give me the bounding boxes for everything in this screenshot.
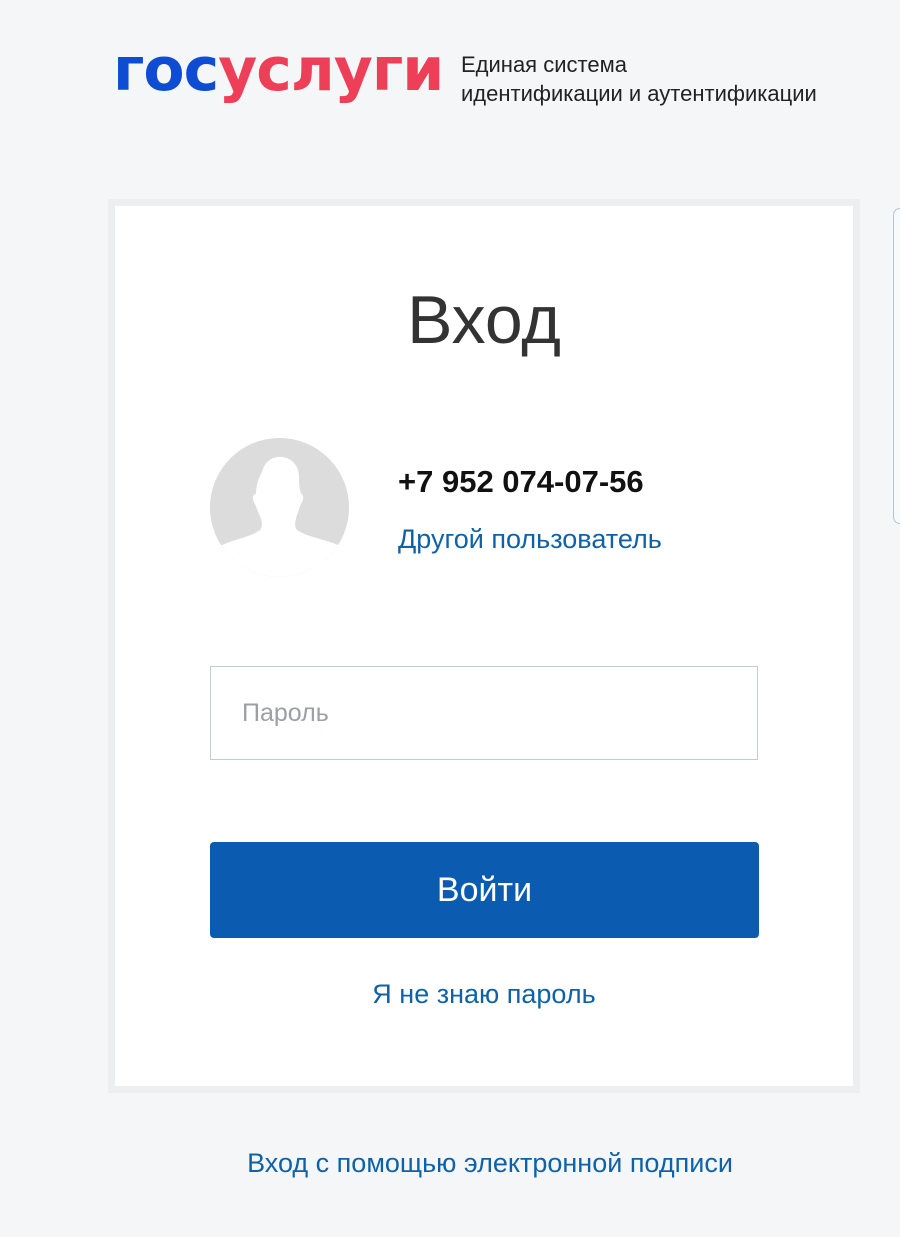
side-panel-edge [893, 208, 900, 524]
login-button[interactable]: Войти [210, 842, 759, 938]
page-title: Вход [407, 282, 561, 358]
user-phone: +7 952 074-07-56 [398, 464, 644, 499]
logo-part-gos: гос [113, 35, 219, 105]
subtitle-line-1: Единая система [461, 52, 627, 77]
other-user-link[interactable]: Другой пользователь [398, 524, 662, 555]
esign-login-link[interactable]: Вход с помощью электронной подписи [0, 1148, 900, 1179]
header-subtitle: Единая система идентификации и аутентифи… [461, 50, 817, 108]
logo-part-uslugi: услуги [218, 35, 444, 105]
login-card: Вход +7 952 074-07-56 Другой пользовател… [115, 206, 853, 1086]
forgot-password-link[interactable]: Я не знаю пароль [115, 979, 853, 1010]
avatar [210, 438, 349, 577]
user-silhouette-icon [210, 438, 349, 577]
password-input[interactable] [210, 666, 758, 760]
subtitle-line-2: идентификации и аутентификации [461, 81, 817, 106]
header: госуслуги Единая система идентификации и… [0, 0, 900, 140]
gosuslugi-logo[interactable]: госуслуги [113, 40, 444, 100]
